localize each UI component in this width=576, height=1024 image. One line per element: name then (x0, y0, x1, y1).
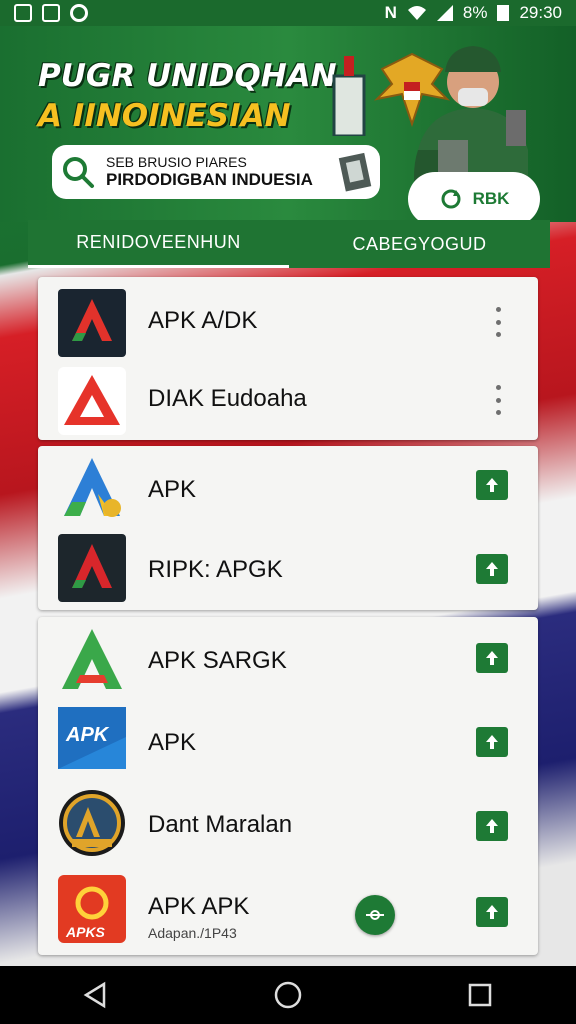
apk-red-triangle-icon (58, 367, 126, 435)
list-item[interactable]: DIAK Eudoaha (38, 359, 538, 439)
sim-icon (14, 4, 32, 22)
download-button[interactable] (476, 811, 508, 841)
apk-blue-a-icon (64, 458, 121, 517)
maps-icon (70, 4, 88, 22)
tab-bar: RENIDOVEENHUN CABEGYOGUD (28, 220, 550, 268)
clock: 29:30 (519, 3, 562, 22)
promo-banner: PUGR UNIDQHAN A IINOINESIAN SEB BRUSIO P… (0, 26, 576, 222)
filter-fab-button[interactable] (355, 895, 395, 935)
tab-label: RENIDOVEENHUN (76, 232, 241, 252)
battery-percent: 8% (462, 3, 488, 22)
search-bar[interactable]: SEB BRUSIO PIARES PIRDODIGBAN INDUESIA (52, 145, 380, 199)
apk-blue-square-icon: APK (58, 707, 126, 769)
apk-badge-icon (59, 790, 125, 856)
download-icon (486, 905, 498, 919)
wifi-icon (407, 6, 426, 20)
battery-icon (497, 5, 510, 21)
tab-cabegyogud[interactable]: CABEGYOGUD (289, 220, 550, 268)
app-card: APK SARGK APK APK Dant Maralan APKS APK … (38, 617, 538, 955)
download-icon (486, 819, 498, 833)
banner-title-line2: A IINOINESIAN (38, 98, 291, 134)
back-button[interactable] (66, 966, 126, 1024)
list-item[interactable]: APK APK (38, 701, 538, 781)
recents-icon (468, 983, 492, 1007)
app-name: APK A/DK (148, 307, 258, 334)
signal-icon (436, 5, 453, 21)
system-nav-bar (0, 966, 576, 1024)
banner-title: PUGR UNIDQHAN A IINOINESIAN (38, 56, 338, 136)
document-icon (338, 152, 372, 192)
download-icon (486, 735, 498, 749)
list-item[interactable]: APK A/DK (38, 281, 538, 361)
app-subtitle: Adapan./1P43 (148, 925, 237, 941)
tab-label: CABEGYOGUD (352, 233, 487, 254)
home-button[interactable] (258, 966, 318, 1024)
app-card: APK RIPK: APGK (38, 446, 538, 610)
image-icon (42, 4, 60, 22)
more-options-icon[interactable] (492, 385, 504, 415)
download-button[interactable] (476, 897, 508, 927)
download-button[interactable] (476, 554, 508, 584)
back-icon (83, 981, 106, 1009)
app-card: APK A/DK DIAK Eudoaha (38, 277, 538, 440)
app-name: Dant Maralan (148, 811, 293, 838)
list-item[interactable]: APKS APK APK Adapan./1P43 (38, 867, 538, 947)
app-name: APK SARGK (148, 647, 287, 674)
svg-text:APK: APK (65, 724, 110, 746)
svg-text:APKS: APKS (65, 924, 106, 940)
apk-green-a-icon (62, 629, 122, 689)
app-name: RIPK: APGK (148, 556, 283, 583)
rbk-button[interactable]: RBK (408, 172, 540, 222)
flag-pole-icon (332, 56, 366, 136)
download-icon (486, 562, 498, 576)
app-name: DIAK Eudoaha (148, 385, 307, 412)
list-item[interactable]: Dant Maralan (38, 783, 538, 863)
apks-red-icon: APKS (58, 875, 126, 943)
app-name: APK (148, 476, 197, 503)
status-bar: N 8% 29:30 (0, 0, 576, 26)
download-button[interactable] (476, 470, 508, 500)
search-hint-line1: SEB BRUSIO PIARES (106, 154, 247, 170)
download-icon (486, 651, 498, 665)
apk-red-a-icon (58, 289, 126, 357)
list-item[interactable]: APK SARGK (38, 619, 538, 699)
more-options-icon[interactable] (492, 307, 504, 337)
home-icon (274, 981, 302, 1009)
download-button[interactable] (476, 727, 508, 757)
nfc-icon: N (384, 3, 397, 22)
refresh-icon (441, 189, 461, 209)
apk-dark-a-icon (58, 534, 126, 602)
list-item[interactable]: APK (38, 448, 538, 528)
list-item[interactable]: RIPK: APGK (38, 528, 538, 608)
app-name: APK (148, 729, 197, 756)
search-icon[interactable] (60, 154, 96, 190)
search-hint-line2: PIRDODIGBAN INDUESIA (106, 170, 313, 189)
recents-button[interactable] (450, 966, 510, 1024)
rbk-button-label: RBK (472, 189, 510, 208)
filter-icon (366, 910, 384, 920)
download-button[interactable] (476, 643, 508, 673)
banner-title-line1: PUGR UNIDQHAN (38, 58, 337, 94)
download-icon (486, 478, 498, 492)
app-name: APK APK (148, 893, 250, 920)
tab-renidoveenhun[interactable]: RENIDOVEENHUN (28, 220, 289, 268)
